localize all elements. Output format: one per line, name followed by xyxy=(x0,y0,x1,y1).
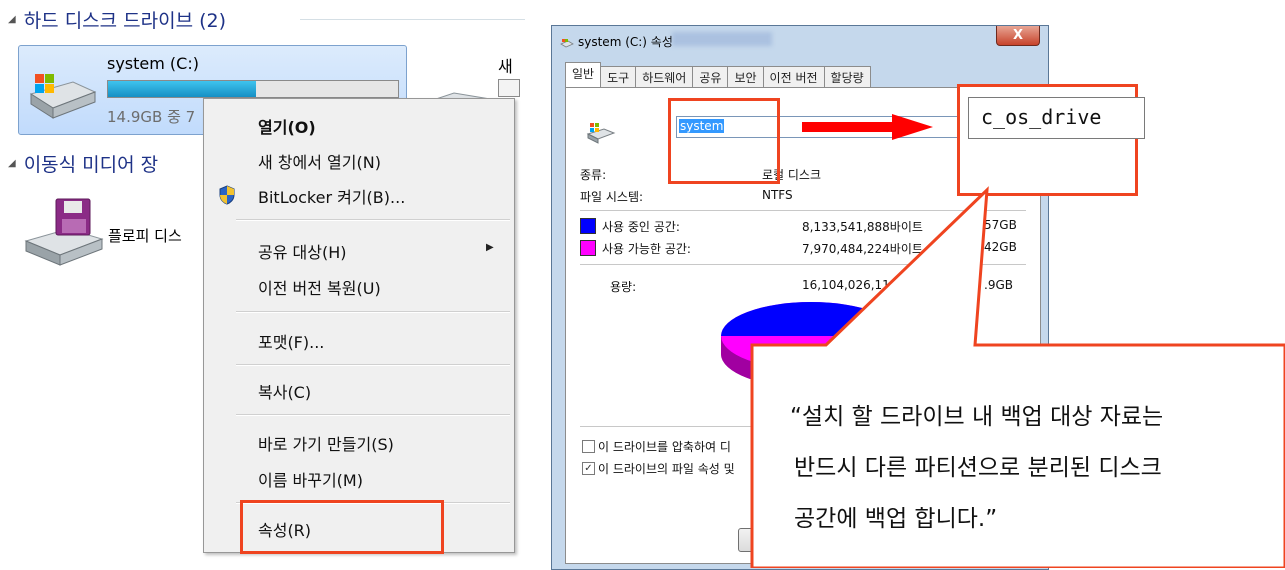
callout-text: “설치 할 드라이브 내 백업 대상 자료는 반드시 다른 파티션으로 분리된 … xyxy=(790,392,1163,545)
callout-line-2: 반드시 다른 파티션으로 분리된 디스크 xyxy=(794,455,1162,481)
callout-line-1: “설치 할 드라이브 내 백업 대상 자료는 xyxy=(790,404,1164,430)
callout-line-3: 공간에 백업 합니다.” xyxy=(794,506,998,532)
